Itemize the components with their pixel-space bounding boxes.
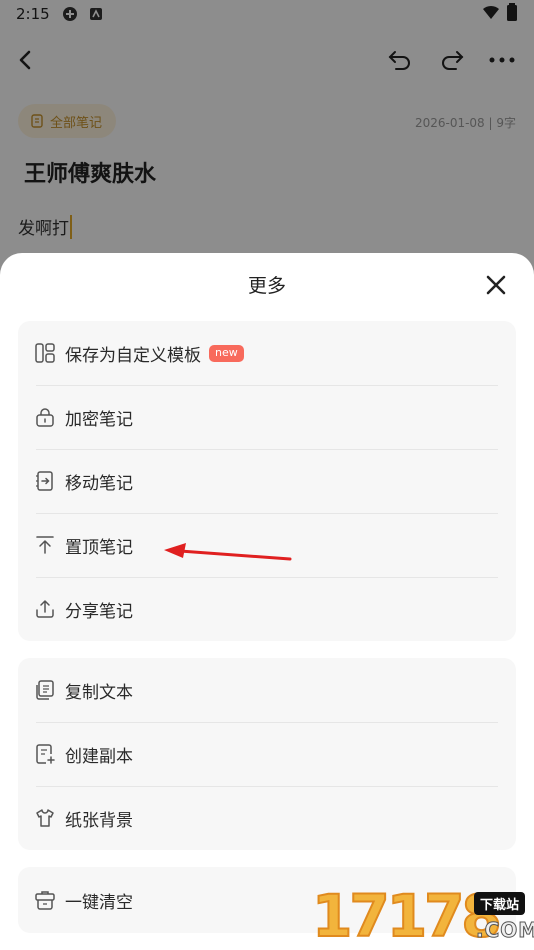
save-as-template-item[interactable]: 保存为自定义模板 new	[18, 321, 516, 385]
share-icon	[34, 598, 56, 620]
template-icon	[34, 342, 56, 364]
watermark-logo: 17178 下载站 .COM	[308, 884, 534, 950]
move-icon	[34, 470, 56, 492]
save-as-template-label: 保存为自定义模板	[65, 345, 201, 366]
menu-group-content: 复制文本 创建副本 纸张背景	[18, 658, 516, 850]
close-icon	[486, 275, 506, 295]
encrypt-note-item[interactable]: 加密笔记	[18, 385, 516, 449]
copy-text-item[interactable]: 复制文本	[18, 658, 516, 722]
share-note-label: 分享笔记	[65, 601, 133, 622]
lock-icon	[34, 406, 56, 428]
share-note-item[interactable]: 分享笔记	[18, 577, 516, 641]
paper-background-icon	[34, 807, 56, 829]
copy-text-icon	[34, 679, 56, 701]
copy-text-label: 复制文本	[65, 682, 133, 703]
paper-background-item[interactable]: 纸张背景	[18, 786, 516, 850]
create-copy-label: 创建副本	[65, 746, 133, 767]
move-note-label: 移动笔记	[65, 473, 133, 494]
annotation-arrow-icon	[164, 543, 292, 561]
close-button[interactable]	[482, 271, 510, 299]
watermark-number: 17178	[311, 882, 503, 950]
create-copy-item[interactable]: 创建副本	[18, 722, 516, 786]
paper-background-label: 纸张背景	[65, 810, 133, 831]
move-note-item[interactable]: 移动笔记	[18, 449, 516, 513]
pin-note-label: 置顶笔记	[65, 537, 133, 558]
menu-group-note: 保存为自定义模板 new 加密笔记 移动笔记 置顶笔记 分享笔记	[18, 321, 516, 641]
watermark-tag: 下载站	[474, 892, 526, 915]
encrypt-note-label: 加密笔记	[65, 409, 133, 430]
duplicate-icon	[34, 743, 56, 765]
clear-all-label: 一键清空	[65, 892, 133, 913]
more-bottom-sheet: 更多 保存为自定义模板 new 加密笔记 移动笔记 置顶笔记 分享笔记 复制文本…	[0, 253, 534, 950]
new-badge: new	[209, 344, 244, 362]
clear-all-icon	[34, 889, 56, 911]
pin-top-icon	[34, 534, 56, 556]
sheet-title: 更多	[247, 275, 286, 297]
watermark-domain: .COM	[475, 918, 534, 943]
